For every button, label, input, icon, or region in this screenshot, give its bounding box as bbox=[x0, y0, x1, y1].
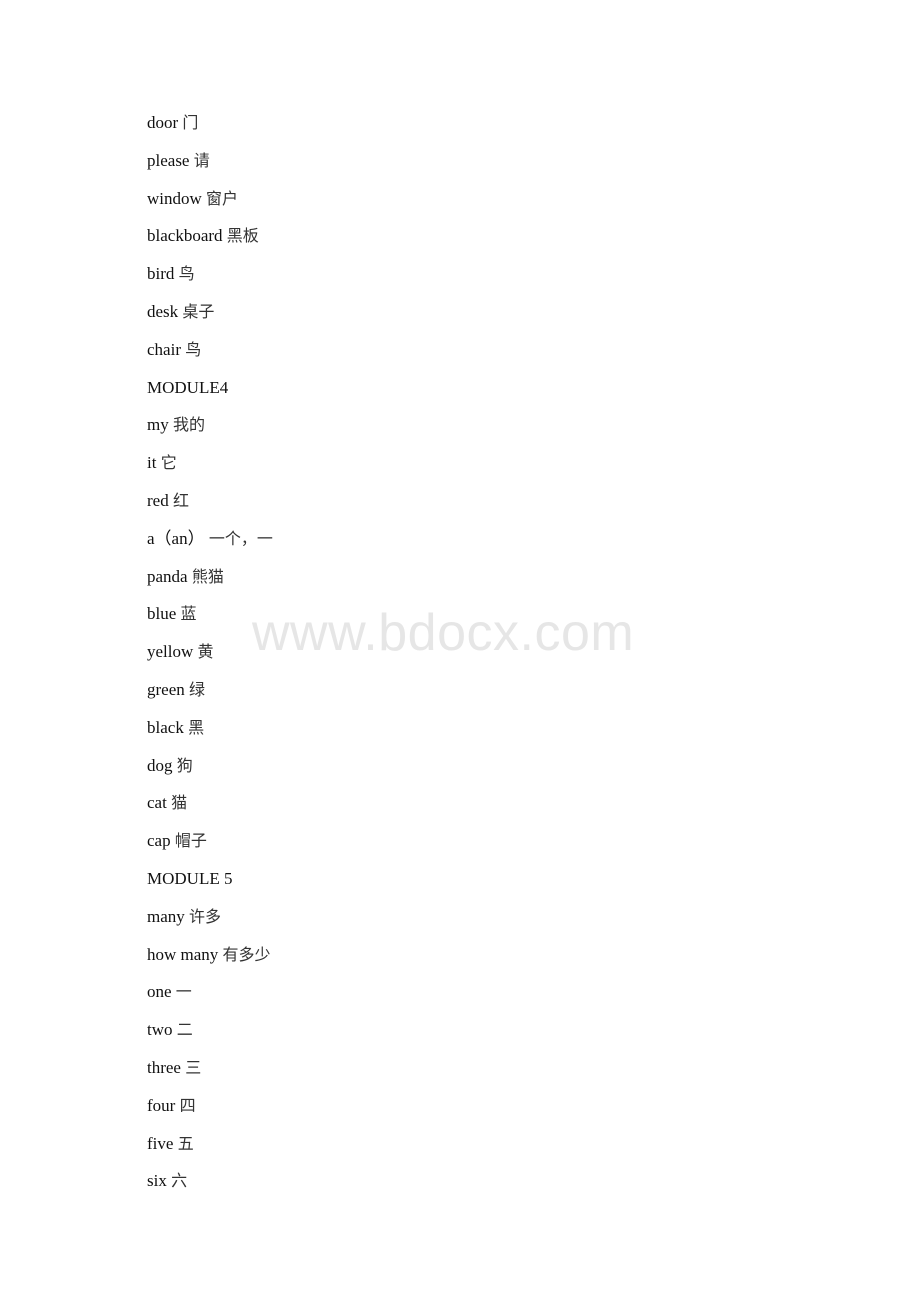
vocab-entry: four 四 bbox=[147, 1094, 273, 1132]
english-word: yellow bbox=[147, 642, 194, 662]
chinese-translation: 帽子 bbox=[174, 831, 207, 851]
chinese-translation: 它 bbox=[160, 453, 177, 473]
english-word: six bbox=[147, 1171, 167, 1191]
module-heading: MODULE4 bbox=[147, 376, 273, 414]
english-word: many bbox=[147, 906, 185, 926]
english-word: panda bbox=[147, 566, 188, 586]
vocab-entry: how many 有多少 bbox=[147, 943, 273, 981]
chinese-translation: 一个，一 bbox=[208, 528, 273, 548]
chinese-translation: 桌子 bbox=[182, 301, 215, 321]
vocab-entry: desk 桌子 bbox=[147, 300, 273, 338]
vocab-entry: chair 鸟 bbox=[147, 338, 273, 376]
chinese-translation: 黄 bbox=[197, 642, 214, 662]
vocab-entry: green 绿 bbox=[147, 678, 273, 716]
chinese-translation: 黑 bbox=[188, 717, 205, 737]
english-word: five bbox=[147, 1133, 174, 1153]
english-word: three bbox=[147, 1057, 181, 1077]
vocab-entry: please 请 bbox=[147, 149, 273, 187]
module-title: MODULE 5 bbox=[147, 868, 233, 888]
english-word: two bbox=[147, 1020, 173, 1040]
chinese-translation: 狗 bbox=[176, 755, 193, 775]
chinese-translation: 许多 bbox=[189, 906, 222, 926]
english-word: cap bbox=[147, 831, 171, 851]
document-page: door 门 please 请 window 窗户 blackboard 黑板 bird… bbox=[0, 0, 920, 1302]
english-word: chair bbox=[147, 339, 181, 359]
chinese-translation: 三 bbox=[185, 1057, 202, 1077]
vocab-entry: window 窗户 bbox=[147, 187, 273, 225]
english-word: black bbox=[147, 717, 184, 737]
chinese-translation: 蓝 bbox=[180, 604, 197, 624]
english-word: bird bbox=[147, 264, 175, 284]
english-word: one bbox=[147, 982, 172, 1002]
english-word: blue bbox=[147, 604, 177, 624]
english-word: my bbox=[147, 415, 169, 435]
vocab-entry: three 三 bbox=[147, 1056, 273, 1094]
vocab-entry: six 六 bbox=[147, 1169, 273, 1207]
chinese-translation: 鸟 bbox=[185, 339, 202, 359]
chinese-translation: 一 bbox=[175, 982, 192, 1002]
english-word: desk bbox=[147, 301, 179, 321]
english-word: dog bbox=[147, 755, 173, 775]
english-word: please bbox=[147, 150, 190, 170]
english-word: how many bbox=[147, 944, 219, 964]
english-word: red bbox=[147, 490, 169, 510]
module-title: MODULE4 bbox=[147, 377, 229, 397]
vocab-entry: blackboard 黑板 bbox=[147, 224, 273, 262]
vocab-entry: many 许多 bbox=[147, 905, 273, 943]
vocab-entry: five 五 bbox=[147, 1132, 273, 1170]
english-word: four bbox=[147, 1095, 176, 1115]
vocab-entry: two 二 bbox=[147, 1018, 273, 1056]
chinese-translation: 猫 bbox=[171, 793, 188, 813]
vocab-entry: blue 蓝 bbox=[147, 602, 273, 640]
chinese-translation: 五 bbox=[177, 1133, 194, 1153]
chinese-translation: 门 bbox=[182, 113, 199, 132]
chinese-translation: 窗户 bbox=[206, 188, 239, 208]
vocab-entry: black 黑 bbox=[147, 716, 273, 754]
english-word: window bbox=[147, 188, 202, 208]
vocab-entry: door 门 bbox=[147, 111, 273, 149]
vocab-entry: bird 鸟 bbox=[147, 262, 273, 300]
vocabulary-list: door 门 please 请 window 窗户 blackboard 黑板 bird… bbox=[147, 111, 273, 1207]
english-word: cat bbox=[147, 793, 167, 813]
chinese-translation: 鸟 bbox=[178, 264, 195, 284]
chinese-translation: 二 bbox=[176, 1020, 193, 1040]
vocab-entry: panda 熊猫 bbox=[147, 565, 273, 603]
vocab-entry: it 它 bbox=[147, 451, 273, 489]
chinese-translation: 我的 bbox=[172, 415, 205, 435]
vocab-entry: red 红 bbox=[147, 489, 273, 527]
chinese-translation: 绿 bbox=[189, 679, 206, 699]
vocab-entry: a（an） 一个，一 bbox=[147, 527, 273, 565]
vocab-entry: dog 狗 bbox=[147, 754, 273, 792]
chinese-translation: 黑板 bbox=[226, 226, 259, 246]
chinese-translation: 请 bbox=[193, 150, 210, 170]
vocab-entry: cat 猫 bbox=[147, 791, 273, 829]
english-word: a（an） bbox=[147, 528, 205, 548]
english-word: blackboard bbox=[147, 226, 223, 246]
chinese-translation: 六 bbox=[171, 1171, 188, 1191]
vocab-entry: my 我的 bbox=[147, 413, 273, 451]
chinese-translation: 熊猫 bbox=[191, 566, 224, 586]
chinese-translation: 四 bbox=[179, 1095, 196, 1115]
module-heading: MODULE 5 bbox=[147, 867, 273, 905]
watermark: www.bdocx.com bbox=[252, 604, 635, 662]
chinese-translation: 有多少 bbox=[222, 944, 271, 964]
chinese-translation: 红 bbox=[172, 490, 189, 510]
english-word: green bbox=[147, 679, 185, 699]
vocab-entry: cap 帽子 bbox=[147, 829, 273, 867]
english-word: door bbox=[147, 113, 179, 132]
vocab-entry: yellow 黄 bbox=[147, 640, 273, 678]
vocab-entry: one 一 bbox=[147, 980, 273, 1018]
